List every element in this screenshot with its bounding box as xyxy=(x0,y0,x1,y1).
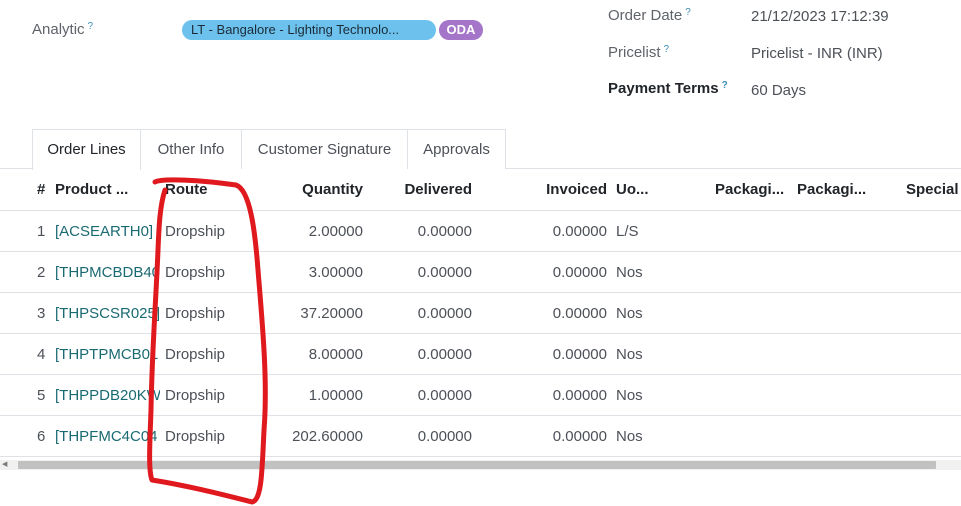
table-row[interactable]: 4 [THPTPMCB01 Dropship 8.00000 0.00000 0… xyxy=(0,334,961,375)
delivered-cell[interactable]: 0.00000 xyxy=(372,293,472,334)
horizontal-scrollbar[interactable]: ◀ xyxy=(0,460,961,470)
product-cell[interactable]: [THPTPMCB01 xyxy=(55,334,160,375)
col-header-special[interactable]: Special xyxy=(906,169,961,210)
order-lines-table: # Product ... Route Quantity Delivered I… xyxy=(0,169,961,457)
route-cell[interactable]: Dropship xyxy=(165,211,255,252)
help-icon[interactable]: ? xyxy=(722,80,728,91)
col-header-delivered[interactable]: Delivered xyxy=(372,169,472,210)
delivered-cell[interactable]: 0.00000 xyxy=(372,375,472,416)
route-cell[interactable]: Dropship xyxy=(165,334,255,375)
analytic-tag-location[interactable]: LT - Bangalore - Lighting Technolo... xyxy=(182,20,436,40)
uom-cell[interactable]: Nos xyxy=(616,416,686,457)
col-header-route[interactable]: Route xyxy=(165,169,255,210)
pricelist-label: Pricelist? xyxy=(608,44,669,61)
notebook-tabs: Order Lines Other Info Customer Signatur… xyxy=(0,129,961,170)
product-cell[interactable]: [THPMCBDB40 xyxy=(55,252,160,293)
quantity-cell[interactable]: 3.00000 xyxy=(262,252,363,293)
table-row[interactable]: 2 [THPMCBDB40 Dropship 3.00000 0.00000 0… xyxy=(0,252,961,293)
route-cell[interactable]: Dropship xyxy=(165,252,255,293)
invoiced-cell[interactable]: 0.00000 xyxy=(500,211,607,252)
uom-cell[interactable]: Nos xyxy=(616,252,686,293)
invoiced-cell[interactable]: 0.00000 xyxy=(500,375,607,416)
table-row[interactable]: 1 [ACSEARTH0] S Dropship 2.00000 0.00000… xyxy=(0,211,961,252)
invoiced-cell[interactable]: 0.00000 xyxy=(500,293,607,334)
product-cell[interactable]: [THPPDB20KW xyxy=(55,375,160,416)
quantity-cell[interactable]: 202.60000 xyxy=(262,416,363,457)
quantity-cell[interactable]: 2.00000 xyxy=(262,211,363,252)
delivered-cell[interactable]: 0.00000 xyxy=(372,211,472,252)
help-icon[interactable]: ? xyxy=(664,44,670,55)
delivered-cell[interactable]: 0.00000 xyxy=(372,252,472,293)
help-icon[interactable]: ? xyxy=(88,21,94,32)
analytic-label-text: Analytic xyxy=(32,21,85,38)
tab-customer-signature[interactable]: Customer Signature xyxy=(241,129,408,169)
triangle-left-icon[interactable]: ◀ xyxy=(2,460,7,470)
route-cell[interactable]: Dropship xyxy=(165,293,255,334)
invoiced-cell[interactable]: 0.00000 xyxy=(500,334,607,375)
row-number: 1 xyxy=(37,223,46,240)
invoiced-cell[interactable]: 0.00000 xyxy=(500,252,607,293)
uom-cell[interactable]: L/S xyxy=(616,211,686,252)
table-row[interactable]: 5 [THPPDB20KW Dropship 1.00000 0.00000 0… xyxy=(0,375,961,416)
product-cell[interactable]: [THPSCSR025] xyxy=(55,293,160,334)
uom-cell[interactable]: Nos xyxy=(616,293,686,334)
scrollbar-thumb[interactable] xyxy=(18,461,936,469)
col-header-quantity[interactable]: Quantity xyxy=(262,169,363,210)
row-number: 5 xyxy=(37,387,46,404)
order-date-value[interactable]: 21/12/2023 17:12:39 xyxy=(751,8,889,25)
row-number: 3 xyxy=(37,305,46,322)
payment-terms-label-text: Payment Terms xyxy=(608,80,719,97)
col-header-packaging-2[interactable]: Packagi... xyxy=(797,169,869,210)
analytic-label: Analytic? xyxy=(32,21,93,38)
pricelist-value[interactable]: Pricelist - INR (INR) xyxy=(751,45,883,62)
tab-order-lines[interactable]: Order Lines xyxy=(32,129,141,170)
quantity-cell[interactable]: 1.00000 xyxy=(262,375,363,416)
col-header-number[interactable]: # xyxy=(37,169,51,210)
invoiced-cell[interactable]: 0.00000 xyxy=(500,416,607,457)
col-header-product[interactable]: Product ... xyxy=(55,169,153,210)
product-cell[interactable]: [ACSEARTH0] S xyxy=(55,211,160,252)
table-row[interactable]: 3 [THPSCSR025] Dropship 37.20000 0.00000… xyxy=(0,293,961,334)
order-date-label: Order Date? xyxy=(608,7,691,24)
payment-terms-value[interactable]: 60 Days xyxy=(751,82,806,99)
row-number: 6 xyxy=(37,428,46,445)
quantity-cell[interactable]: 8.00000 xyxy=(262,334,363,375)
table-header: # Product ... Route Quantity Delivered I… xyxy=(0,169,961,211)
analytic-tag-oda[interactable]: ODA xyxy=(439,20,483,40)
pricelist-label-text: Pricelist xyxy=(608,44,661,61)
route-cell[interactable]: Dropship xyxy=(165,416,255,457)
row-number: 4 xyxy=(37,346,46,363)
quantity-cell[interactable]: 37.20000 xyxy=(262,293,363,334)
table-row[interactable]: 6 [THPFMC4C04 Dropship 202.60000 0.00000… xyxy=(0,416,961,457)
tab-approvals[interactable]: Approvals xyxy=(407,129,506,169)
payment-terms-label: Payment Terms? xyxy=(608,80,728,97)
delivered-cell[interactable]: 0.00000 xyxy=(372,334,472,375)
uom-cell[interactable]: Nos xyxy=(616,375,686,416)
product-cell[interactable]: [THPFMC4C04 xyxy=(55,416,160,457)
col-header-uom[interactable]: Uo... xyxy=(616,169,686,210)
col-header-packaging-1[interactable]: Packagi... xyxy=(715,169,787,210)
tab-other-info[interactable]: Other Info xyxy=(140,129,242,169)
uom-cell[interactable]: Nos xyxy=(616,334,686,375)
delivered-cell[interactable]: 0.00000 xyxy=(372,416,472,457)
help-icon[interactable]: ? xyxy=(685,7,691,18)
order-date-label-text: Order Date xyxy=(608,7,683,24)
row-number: 2 xyxy=(37,264,46,281)
col-header-invoiced[interactable]: Invoiced xyxy=(500,169,607,210)
route-cell[interactable]: Dropship xyxy=(165,375,255,416)
